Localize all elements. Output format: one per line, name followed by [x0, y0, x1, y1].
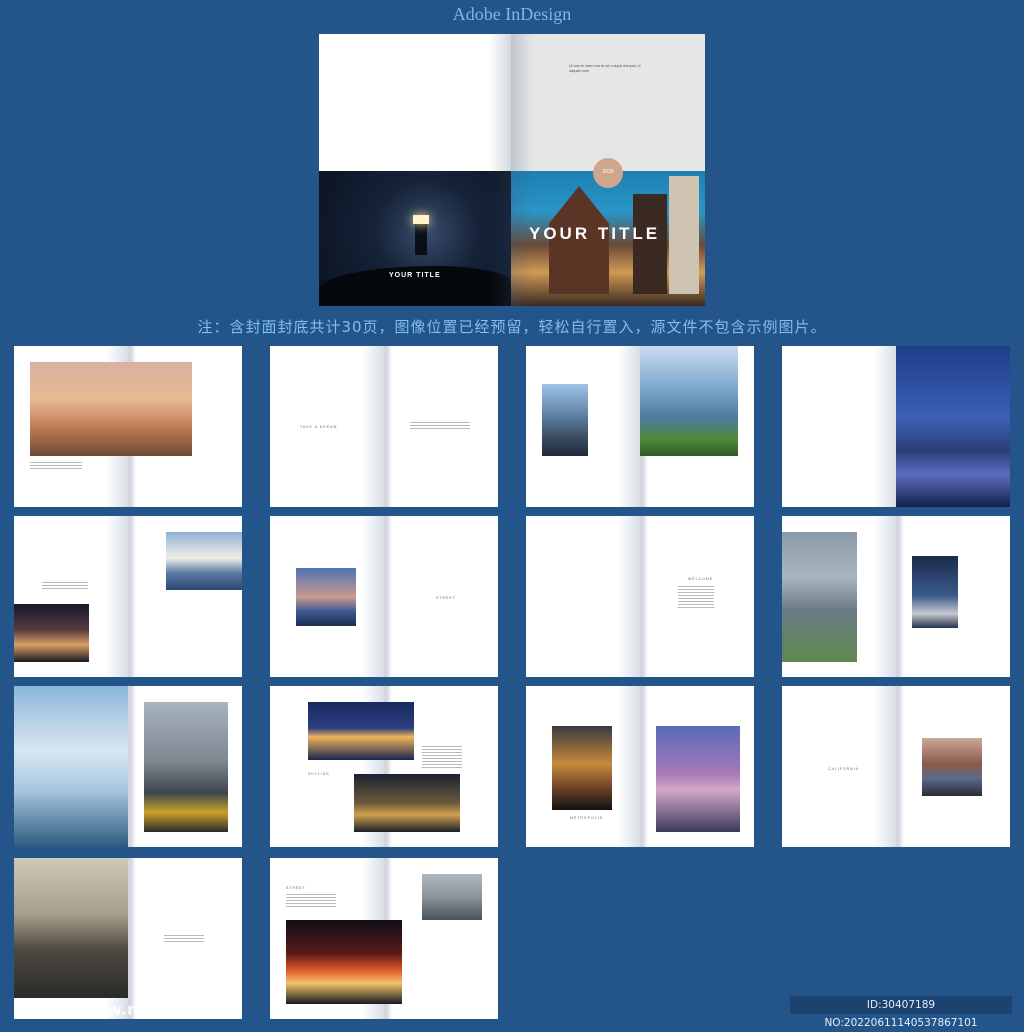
text-block	[30, 462, 82, 470]
lighthouse-light	[413, 215, 429, 224]
spread-8[interactable]	[782, 516, 1010, 677]
spread-7[interactable]: WELCOME	[526, 516, 754, 677]
cover-badge: 2030	[593, 158, 623, 188]
app-title: Adobe InDesign	[452, 4, 572, 24]
aqueduct-image	[30, 362, 192, 456]
text-block	[164, 935, 204, 943]
harbor-night-image	[296, 568, 356, 626]
canal-image	[922, 738, 982, 796]
purple-skyline-image	[656, 726, 740, 832]
light-trails-image	[286, 920, 402, 1004]
spread-3[interactable]	[526, 346, 754, 507]
spread-14[interactable]: STREET	[270, 858, 498, 1019]
facade-image	[14, 858, 128, 998]
text-block	[42, 582, 88, 590]
spread-6[interactable]: STREET	[270, 516, 498, 677]
river-city-image	[640, 346, 738, 456]
section-label: CALIFORNIA	[828, 767, 860, 771]
text-block	[422, 746, 462, 770]
taxi-street-image	[144, 702, 228, 832]
section-label: METROPOLIS	[570, 816, 603, 820]
spread-1[interactable]	[14, 346, 242, 507]
lighthouse-image	[319, 171, 511, 306]
gutter-shadow	[362, 516, 392, 677]
spread-11[interactable]: METROPOLIS	[526, 686, 754, 847]
cover-front-page: Ut cum te utam erat sit aut volupat dolu…	[511, 34, 705, 306]
cover-spread[interactable]: YOUR TITLE Ut cum te utam erat sit aut v…	[319, 34, 705, 306]
gutter-shadow	[874, 516, 904, 677]
spread-2[interactable]: TAKE A DREAM	[270, 346, 498, 507]
bay-image	[542, 384, 588, 456]
spread-9[interactable]	[14, 686, 242, 847]
id-watermark: ID:30407189 NO:20220611140537867101	[790, 996, 1012, 1029]
section-label: STREET	[286, 886, 306, 890]
note-text: 注：含封面封底共计30页，图像位置已经预留，轻松自行置入，源文件不包含示例图片。	[197, 318, 827, 336]
spread-13[interactable]	[14, 858, 242, 1019]
lake-town-image	[166, 532, 242, 590]
gutter-shadow	[106, 516, 136, 677]
cover-intro-text: Ut cum te utam erat sit aut volupat dolu…	[569, 64, 641, 73]
spine-shadow	[489, 34, 511, 306]
ferris-wheel-image	[896, 346, 1010, 507]
night-bridge-image	[912, 556, 958, 628]
spread-5[interactable]	[14, 516, 242, 677]
light-building	[669, 176, 699, 294]
gutter-shadow	[618, 516, 648, 677]
spread-12[interactable]: CALIFORNIA	[782, 686, 1010, 847]
site-watermark: 昵图网 www.nipic.com	[24, 1000, 214, 1019]
aerial-city-image	[782, 532, 857, 662]
tall-buildings-image	[422, 874, 482, 920]
dark-building	[633, 194, 667, 294]
lighthouse-tower	[415, 219, 427, 255]
cover-back-page: YOUR TITLE	[319, 34, 511, 306]
gutter-shadow	[618, 686, 648, 847]
cover-front-title: YOUR TITLE	[529, 224, 661, 243]
text-block	[286, 894, 336, 908]
gutter-shadow	[874, 686, 904, 847]
spread-10[interactable]: SKYLINE	[270, 686, 498, 847]
text-block	[678, 586, 714, 610]
skyline-reflection-image	[308, 702, 414, 760]
spread-4[interactable]	[782, 346, 1010, 507]
tower-dusk-image	[552, 726, 612, 810]
spine-shadow	[511, 34, 533, 306]
section-label: SKYLINE	[308, 772, 330, 776]
gutter-shadow	[362, 346, 392, 507]
night-city-image	[14, 604, 89, 662]
badge-text: 2030	[602, 169, 614, 175]
dense-city-image	[354, 774, 460, 832]
text-block	[410, 422, 470, 430]
section-label: WELCOME	[688, 577, 714, 581]
cover-back-title: YOUR TITLE	[389, 272, 441, 279]
suspension-bridge-image	[14, 686, 128, 847]
section-label: STREET	[436, 596, 456, 600]
section-label: TAKE A DREAM	[300, 425, 338, 429]
